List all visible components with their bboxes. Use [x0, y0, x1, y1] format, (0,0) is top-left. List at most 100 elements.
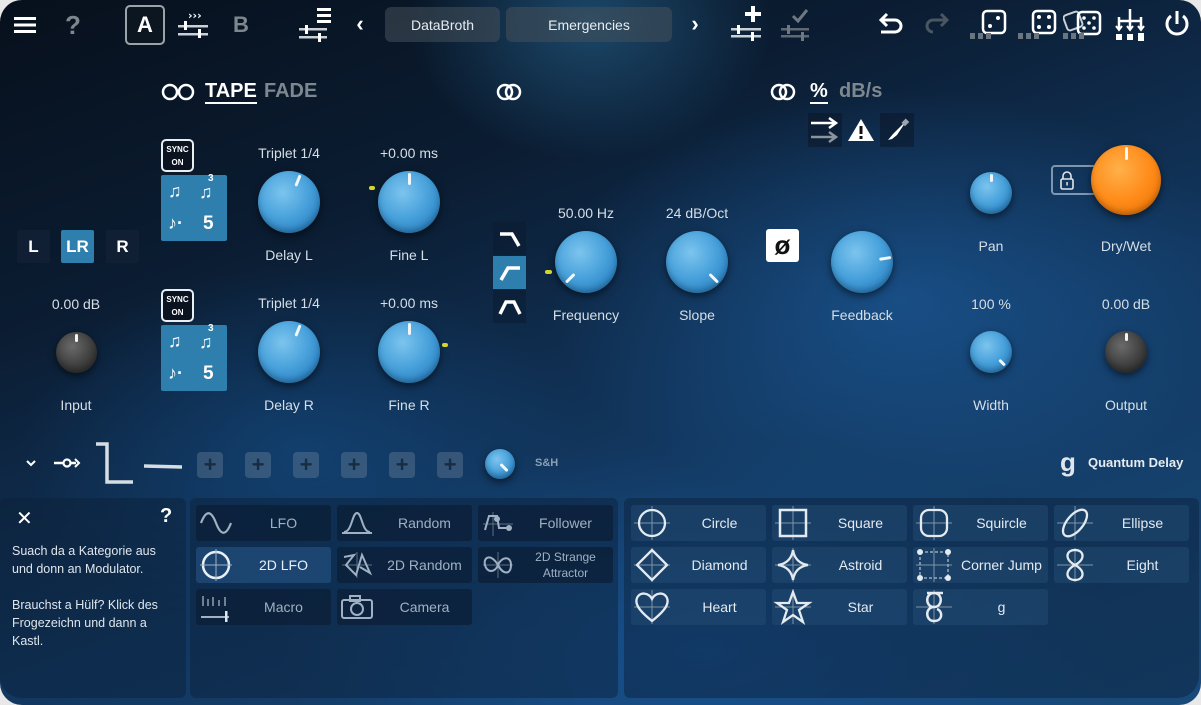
preset-name-selector[interactable]: Emergencies — [506, 7, 672, 42]
squircle-shape-icon — [913, 505, 955, 541]
feedback-link-toggle[interactable] — [768, 82, 798, 102]
modulator-lfo-button[interactable]: LFO — [196, 505, 331, 541]
knife-cut-button[interactable] — [880, 113, 914, 147]
add-modulation-slot-button[interactable]: + — [437, 452, 463, 478]
collapse-modulators-button[interactable] — [22, 454, 40, 472]
input-knob[interactable] — [56, 332, 97, 373]
add-modulation-slot-button[interactable]: + — [341, 452, 367, 478]
redo-icon — [925, 12, 950, 34]
sync-label: SYNC — [166, 145, 189, 154]
modulator-random-button[interactable]: Random — [337, 505, 472, 541]
slope-knob[interactable] — [666, 231, 728, 293]
modulator-2d-random-button[interactable]: 2D Random — [337, 547, 472, 583]
width-knob[interactable] — [970, 331, 1012, 373]
sine-wave-icon — [196, 505, 236, 541]
bell-curve-icon — [337, 505, 377, 541]
mode-fade-tab[interactable]: FADE — [264, 80, 317, 102]
shape-astroid-button[interactable]: Astroid — [772, 547, 907, 583]
shape-label: Corner Jump — [961, 557, 1042, 573]
sync-toggle-l[interactable]: SYNC ON — [161, 139, 194, 172]
modulator-camera-button[interactable]: Camera — [337, 589, 472, 625]
shape-diamond-button[interactable]: Diamond — [631, 547, 766, 583]
fine-r-knob[interactable] — [378, 321, 440, 383]
save-preset-as-button[interactable] — [728, 4, 768, 42]
bandpass-filter-button[interactable] — [493, 290, 526, 323]
help-question-button[interactable]: ? — [160, 505, 172, 528]
units-percent-tab[interactable]: % — [810, 80, 828, 104]
shape-ellipse-button[interactable]: Ellipse — [1054, 505, 1189, 541]
modulator-label: LFO — [269, 515, 298, 531]
help-text-1: Suach da a Kategorie aus und donn an Mod… — [12, 544, 156, 576]
mode-tape-tab[interactable]: TAPE — [205, 80, 257, 104]
delay-r-value: Triplet 1/4 — [258, 295, 320, 311]
channel-r-button[interactable]: R — [106, 230, 139, 263]
add-modulation-slot-button[interactable]: + — [293, 452, 319, 478]
menu-button[interactable] — [12, 12, 38, 38]
eighth-notes-icon: ♫ — [168, 331, 182, 351]
frequency-knob[interactable] — [555, 231, 617, 293]
modulator-label: 2D Random — [387, 557, 462, 573]
preset-b-button[interactable]: B — [228, 10, 254, 40]
add-modulation-slot-button[interactable]: + — [245, 452, 271, 478]
delay-r-knob[interactable] — [258, 321, 320, 383]
save-preset-button[interactable] — [776, 4, 816, 42]
shape-g-button[interactable]: g — [913, 589, 1048, 625]
delay-l-knob[interactable] — [258, 171, 320, 233]
shape-squircle-button[interactable]: Squircle — [913, 505, 1048, 541]
pingpong-button[interactable] — [808, 113, 842, 147]
shape-label: Squircle — [976, 515, 1027, 531]
units-dbs-tab[interactable]: dB/s — [839, 80, 882, 102]
sync-state: ON — [171, 308, 184, 317]
modulator-macro-button[interactable]: Macro — [196, 589, 331, 625]
sync-label: SYNC — [166, 295, 189, 304]
chevron-down-icon — [26, 460, 36, 467]
lowpass-curve-icon — [499, 231, 521, 247]
preset-a-button[interactable]: A — [125, 5, 165, 45]
prev-preset-button[interactable]: ‹ — [351, 11, 369, 36]
redo-button[interactable] — [920, 8, 952, 40]
stereo-link-toggle[interactable] — [160, 82, 196, 102]
output-knob[interactable] — [1105, 331, 1147, 373]
add-modulation-slot-button[interactable]: + — [197, 452, 223, 478]
modulation-source-button[interactable] — [50, 452, 84, 474]
close-help-button[interactable]: ✕ — [16, 506, 33, 531]
phase-invert-button[interactable]: ø — [766, 229, 799, 262]
help-button[interactable]: ? — [60, 10, 86, 40]
split-routing-icon — [1115, 9, 1145, 41]
sync-toggle-r[interactable]: SYNC ON — [161, 289, 194, 322]
smooth-knob[interactable] — [485, 449, 515, 479]
shape-circle-button[interactable]: Circle — [631, 505, 766, 541]
undo-button[interactable] — [876, 8, 908, 40]
shape-star-button[interactable]: Star — [772, 589, 907, 625]
shape-heart-button[interactable]: Heart — [631, 589, 766, 625]
width-value: 100 % — [971, 296, 1011, 312]
highpass-filter-button[interactable] — [493, 256, 526, 289]
modulator-follower-button[interactable]: Follower — [478, 505, 613, 541]
channel-lr-button[interactable]: LR — [61, 230, 94, 263]
channel-l-button[interactable]: L — [17, 230, 50, 263]
preset-bank-selector[interactable]: DataBroth — [385, 7, 500, 42]
modulator-2d-lfo-button[interactable]: 2D LFO — [196, 547, 331, 583]
warning-limiter-button[interactable] — [844, 113, 878, 147]
shape-eight-button[interactable]: Eight — [1054, 547, 1189, 583]
modulator-2d-strange-attractor-button[interactable]: 2D Strange Attractor — [478, 547, 613, 583]
lowpass-filter-button[interactable] — [493, 222, 526, 255]
power-button[interactable] — [1160, 6, 1194, 42]
square-shape-icon — [772, 505, 814, 541]
note-type-selector-l[interactable]: ♫ ♫ 3 ♪· 5 — [161, 173, 227, 241]
shape-corner-jump-button[interactable]: Corner Jump — [913, 547, 1048, 583]
filter-link-toggle[interactable] — [494, 82, 524, 102]
shape-square-button[interactable]: Square — [772, 505, 907, 541]
note-type-selector-r[interactable]: ♫ ♫ 3 ♪· 5 — [161, 323, 227, 391]
preset-list-button[interactable] — [296, 5, 334, 43]
fine-l-knob[interactable] — [378, 171, 440, 233]
lock-icon — [1060, 171, 1074, 190]
drywet-knob[interactable] — [1091, 145, 1161, 215]
svg-text:›››: ››› — [188, 9, 202, 22]
pan-knob[interactable] — [970, 172, 1012, 214]
next-preset-button[interactable]: › — [686, 11, 704, 36]
width-label: Width — [973, 397, 1009, 413]
copy-a-to-b-button[interactable]: ››› — [175, 6, 211, 42]
add-modulation-slot-button[interactable]: + — [389, 452, 415, 478]
feedback-knob[interactable] — [831, 231, 893, 293]
